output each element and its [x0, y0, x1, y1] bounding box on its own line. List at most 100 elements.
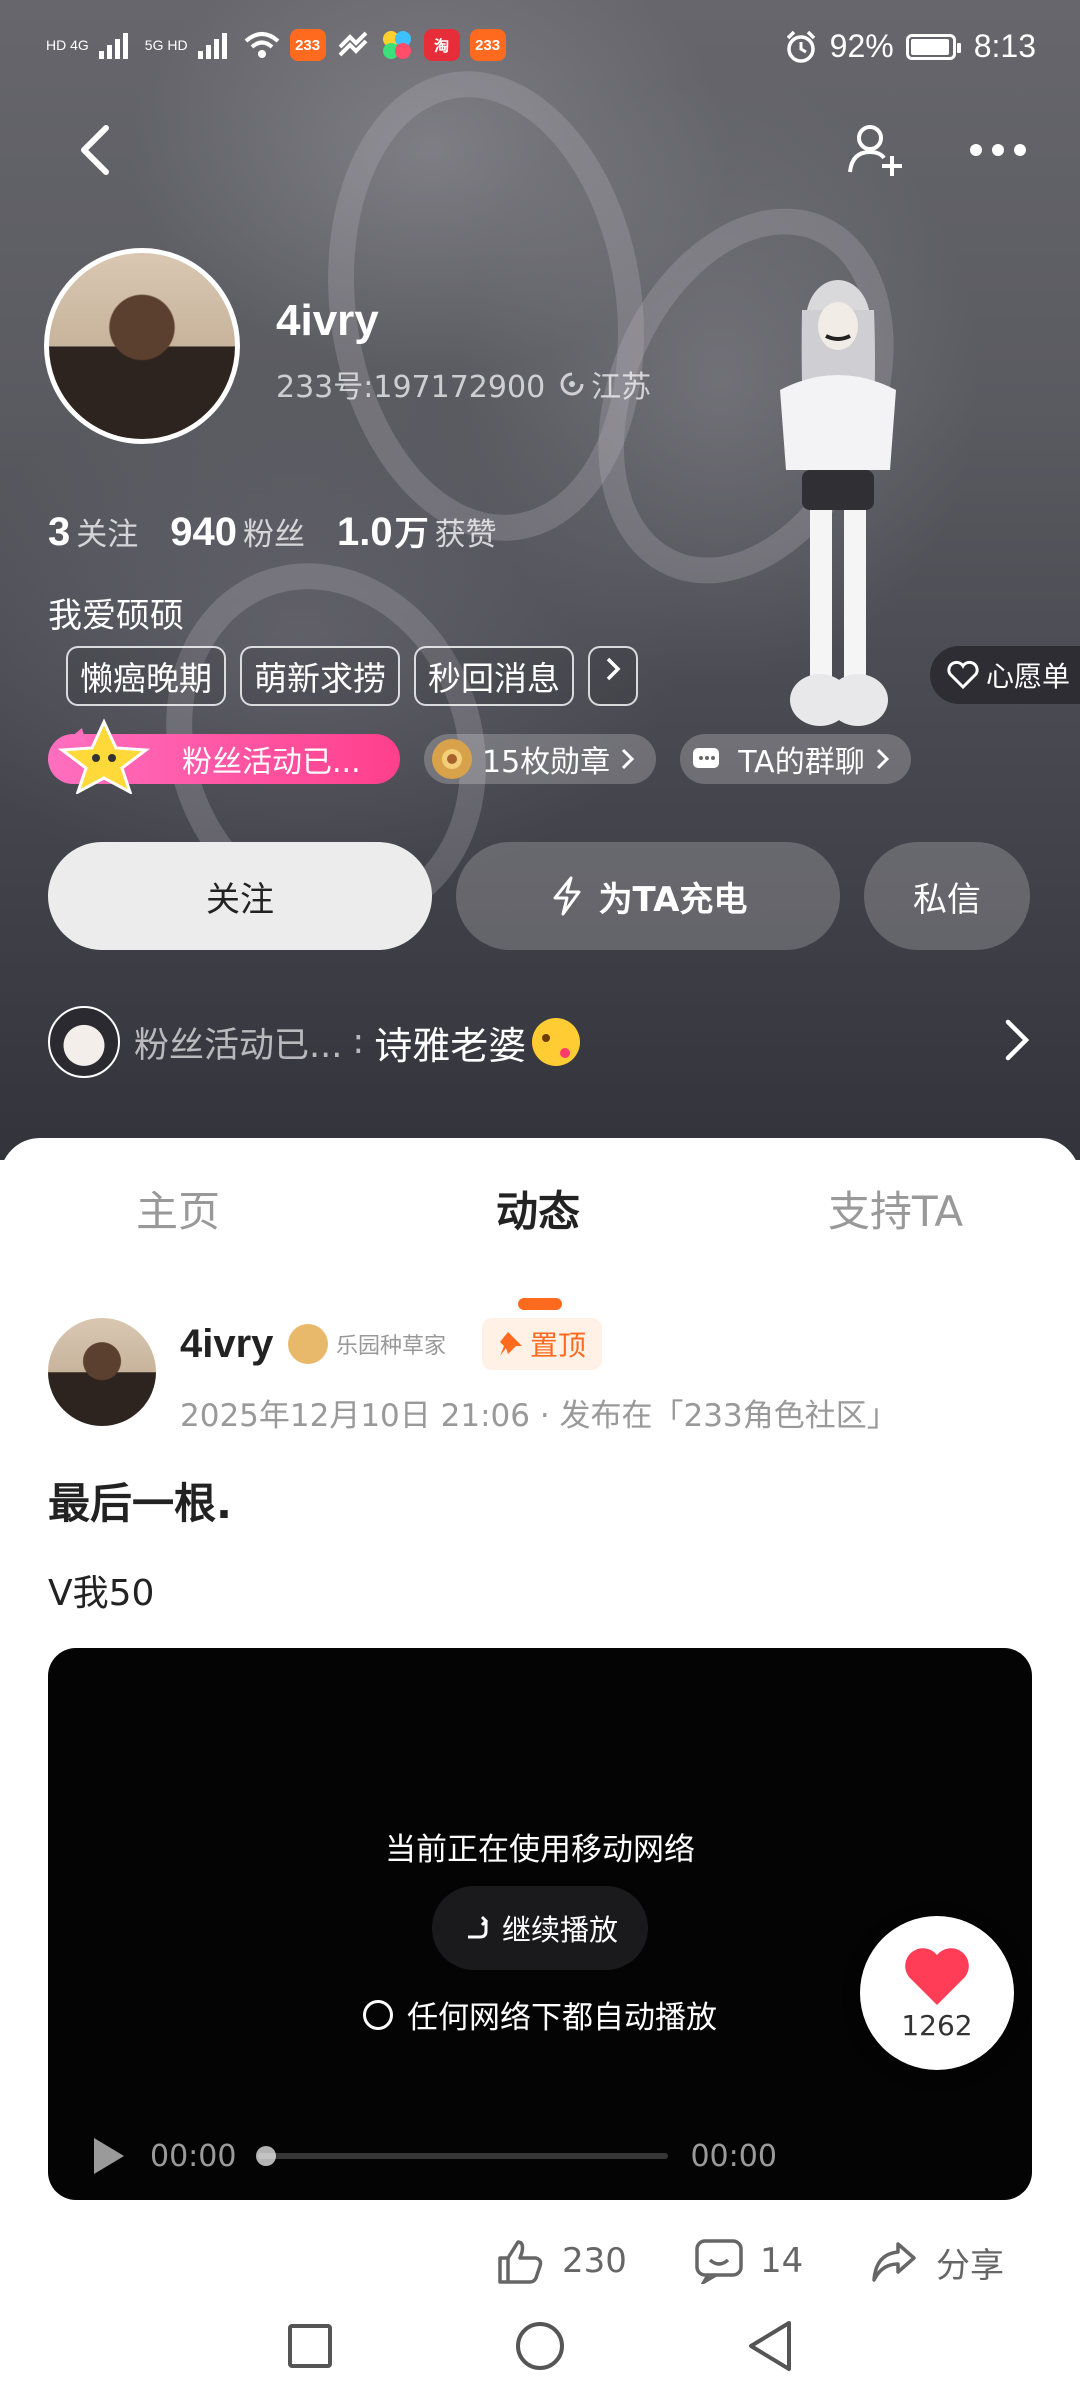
post-author-name[interactable]: 4ivry [180, 1322, 273, 1367]
share-icon [872, 2241, 916, 2282]
app-notification-icon [382, 31, 411, 59]
charge-button[interactable]: 为TA充电 [456, 842, 840, 950]
video-player[interactable]: 当前正在使用移动网络 继续播放 任何网络下都自动播放 00:00 00:00 [48, 1648, 1032, 2200]
post-meta: 2025年12月10日 21:06 · 发布在「233角色社区」 [180, 1398, 898, 1434]
profile-tags: 懒癌晚期 萌新求捞 秒回消息 [66, 646, 638, 706]
medals-badge[interactable]: 15枚勋章 [424, 734, 657, 784]
profile-uid-row: 233号:197172900 江苏 [276, 362, 651, 406]
group-chat-label: TA的群聊 [738, 745, 865, 780]
signal-label: HD 4G [46, 37, 89, 53]
stat-label: 获赞 [434, 517, 497, 553]
share-label: 分享 [936, 2246, 1004, 2286]
like-action[interactable]: 230 [496, 2238, 627, 2284]
video-progress-thumb[interactable] [256, 2146, 277, 2166]
fan-activity-label: 粉丝活动已... [182, 745, 361, 780]
profile-badges: 粉丝活动已... 15枚勋章 TA的群聊 [48, 718, 911, 794]
post-author-avatar[interactable] [48, 1318, 156, 1426]
app-notification-icon: 233 [469, 29, 506, 61]
profile-tag[interactable]: 懒癌晚期 [66, 646, 226, 706]
profile-tag[interactable]: 萌新求捞 [240, 646, 400, 706]
badge-icon [288, 1324, 328, 1364]
stat-label: 关注 [76, 517, 139, 553]
status-bar: HD 4G 5G HD 233 淘 233 92% 8:13 [0, 0, 1080, 100]
home-button[interactable] [512, 2318, 568, 2374]
tags-more-button[interactable] [588, 646, 638, 706]
network-notice: 当前正在使用移动网络 [385, 1832, 695, 1868]
stat-likes[interactable]: 1.0万 获赞 [337, 506, 497, 555]
like-count: 230 [562, 2241, 627, 2281]
fan-avatar [48, 1006, 120, 1078]
fan-activity-badge[interactable]: 粉丝活动已... [48, 718, 400, 794]
post-text: V我50 [48, 1573, 155, 1614]
video-time-current: 00:00 [150, 2138, 237, 2174]
profile-bio: 我爱硕硕 [48, 596, 184, 636]
fan-activity-row-label: 粉丝活动已... [134, 1025, 343, 1066]
circle-icon [516, 2322, 564, 2370]
back-arrow-icon [81, 125, 109, 175]
follow-button[interactable]: 关注 [48, 842, 432, 950]
tab-support[interactable]: 支持TA [828, 1178, 963, 1239]
battery-percent: 92% [829, 28, 894, 64]
group-chat-badge[interactable]: TA的群聊 [680, 734, 911, 784]
signal-icon [98, 33, 128, 59]
replay-icon [467, 1915, 489, 1939]
post-title: 最后一根. [48, 1479, 232, 1528]
signal-icon [197, 33, 227, 59]
app-notification-icon: 233 [289, 29, 326, 61]
share-action[interactable]: 分享 [868, 2238, 1004, 2287]
recent-apps-button[interactable] [282, 2318, 338, 2374]
medal-icon [432, 739, 472, 779]
fan-activity-row[interactable]: 粉丝活动已... : 诗雅老婆 [48, 1006, 1032, 1078]
square-icon [288, 2324, 332, 2368]
continue-play-label: 继续播放 [501, 1913, 618, 1947]
tab-home[interactable]: 主页 [136, 1178, 220, 1239]
auto-play-label: 任何网络下都自动播放 [407, 2000, 717, 2036]
kiss-emoji-icon [532, 1018, 581, 1066]
video-time-total: 00:00 [690, 2138, 777, 2174]
auto-play-radio[interactable] [363, 1999, 393, 2030]
add-friend-button[interactable] [846, 120, 906, 180]
status-time: 8:13 [973, 28, 1036, 64]
pinned-label: 置顶 [530, 1329, 587, 1362]
floating-like-count: 1262 [901, 2008, 973, 2042]
stat-number: 3 [48, 510, 71, 554]
stat-following[interactable]: 3 关注 [48, 509, 138, 555]
avatar-3d-character[interactable] [740, 270, 940, 750]
star-mascot-icon [57, 718, 151, 794]
message-button[interactable]: 私信 [864, 842, 1030, 950]
fan-activity-separator: : [352, 1022, 365, 1062]
more-button[interactable] [968, 120, 1028, 180]
back-button[interactable] [66, 120, 126, 180]
location-text: 江苏 [591, 370, 652, 405]
wifi-icon [244, 32, 279, 58]
wishlist-button[interactable]: 心愿单 [930, 646, 1080, 704]
chevron-right-icon [606, 657, 621, 681]
continue-play-button[interactable]: 继续播放 [432, 1886, 648, 1970]
post-author-badge-label: 乐园种草家 [336, 1334, 447, 1359]
thumbs-up-icon [498, 2240, 543, 2284]
play-icon[interactable] [88, 2134, 128, 2178]
fan-activity-message: 诗雅老婆 [374, 1023, 527, 1068]
video-progress-track[interactable] [256, 2146, 669, 2166]
tab-feed[interactable]: 动态 [496, 1178, 580, 1239]
chat-icon [688, 739, 728, 779]
avatar[interactable] [44, 248, 240, 444]
profile-name: 4ivry [276, 296, 379, 345]
stat-unit: 万 [394, 515, 429, 553]
stat-followers[interactable]: 940 粉丝 [170, 509, 305, 555]
charge-label: 为TA充电 [598, 879, 748, 920]
medals-label: 15枚勋章 [482, 745, 611, 780]
floating-like-button[interactable]: 1262 [860, 1916, 1014, 2070]
content-sheet: 主页 动态 支持TA 4ivry 乐园种草家 置顶 2025年12月10日 21… [0, 1138, 1080, 2400]
comment-action[interactable]: 14 [694, 2238, 803, 2284]
profile-tag[interactable]: 秒回消息 [414, 646, 574, 706]
system-back-button[interactable] [742, 2318, 798, 2374]
stat-number: 1.0 [337, 510, 393, 554]
active-tab-indicator [518, 1298, 562, 1310]
heart-icon [905, 1947, 969, 2005]
comment-icon [695, 2239, 743, 2284]
more-dots-icon [970, 144, 1026, 156]
triangle-back-icon [749, 2321, 791, 2371]
post-author-badge: 乐园种草家 [288, 1324, 446, 1364]
profile-location: 江苏 [559, 362, 651, 406]
